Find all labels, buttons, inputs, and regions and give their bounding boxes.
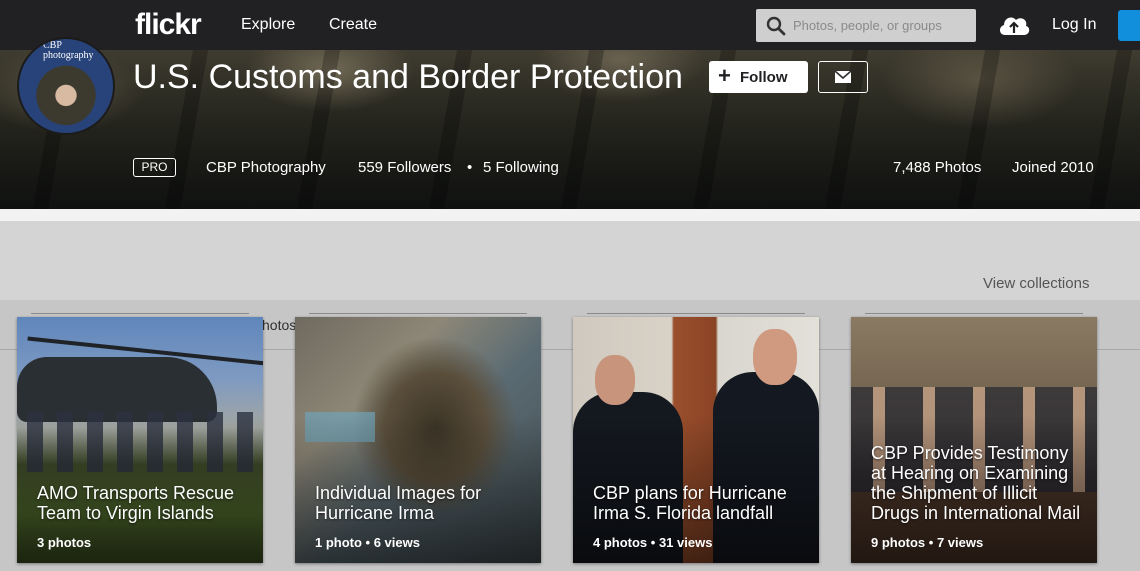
tab-photos[interactable]: hotos: [262, 317, 296, 333]
album-meta: 4 photos • 31 views: [593, 535, 713, 550]
album-meta: 9 photos • 7 views: [871, 535, 984, 550]
card-shade: [295, 317, 541, 563]
card-shade: [17, 317, 263, 563]
avatar-text: CBP photography: [43, 40, 94, 61]
login-link[interactable]: Log In: [1052, 16, 1096, 34]
album-title: AMO Transports Rescue Team to Virgin Isl…: [37, 483, 235, 523]
card-shade: [851, 317, 1097, 563]
stack-line: [31, 313, 249, 314]
divider: [0, 209, 1140, 221]
nav-create[interactable]: Create: [329, 16, 377, 34]
follow-button[interactable]: + Follow: [709, 61, 808, 93]
mail-icon: [835, 71, 851, 83]
avatar[interactable]: CBP photography: [17, 37, 115, 135]
search-placeholder: Photos, people, or groups: [793, 18, 942, 33]
subnav-band: [0, 221, 1140, 300]
signup-button[interactable]: [1118, 10, 1140, 41]
joined-date: Joined 2010: [1012, 159, 1094, 176]
stack-line: [865, 313, 1083, 314]
flickr-logo[interactable]: flickr: [135, 8, 202, 42]
following-link[interactable]: 5 Following: [483, 159, 559, 176]
top-nav: flickr Explore Create Photos, people, or…: [0, 0, 1140, 50]
followers-link[interactable]: 559 Followers: [358, 159, 451, 176]
search-icon: [766, 16, 786, 36]
username: CBP Photography: [206, 159, 326, 176]
view-collections-link[interactable]: View collections: [983, 275, 1089, 292]
stack-line: [587, 313, 805, 314]
pro-badge: PRO: [133, 158, 176, 177]
stack-line: [309, 313, 527, 314]
plus-icon: +: [718, 63, 731, 88]
card-shade: [573, 317, 819, 563]
album-title: CBP Provides Testimony at Hearing on Exa…: [871, 443, 1081, 523]
album-card[interactable]: Individual Images for Hurricane Irma 1 p…: [295, 317, 541, 563]
follow-label: Follow: [740, 69, 788, 86]
album-meta: 3 photos: [37, 535, 92, 550]
meta-separator: •: [467, 159, 473, 176]
album-title: Individual Images for Hurricane Irma: [315, 483, 482, 523]
page-title: U.S. Customs and Border Protection: [133, 58, 683, 96]
upload-cloud-icon[interactable]: [997, 11, 1031, 39]
message-button[interactable]: [818, 61, 868, 93]
album-card[interactable]: CBP plans for Hurricane Irma S. Florida …: [573, 317, 819, 563]
album-title: CBP plans for Hurricane Irma S. Florida …: [593, 483, 787, 523]
album-card[interactable]: CBP Provides Testimony at Hearing on Exa…: [851, 317, 1097, 563]
photo-count: 7,488 Photos: [893, 159, 982, 176]
search-input[interactable]: Photos, people, or groups: [756, 9, 976, 42]
album-card[interactable]: AMO Transports Rescue Team to Virgin Isl…: [17, 317, 263, 563]
nav-explore[interactable]: Explore: [241, 16, 295, 34]
album-meta: 1 photo • 6 views: [315, 535, 420, 550]
